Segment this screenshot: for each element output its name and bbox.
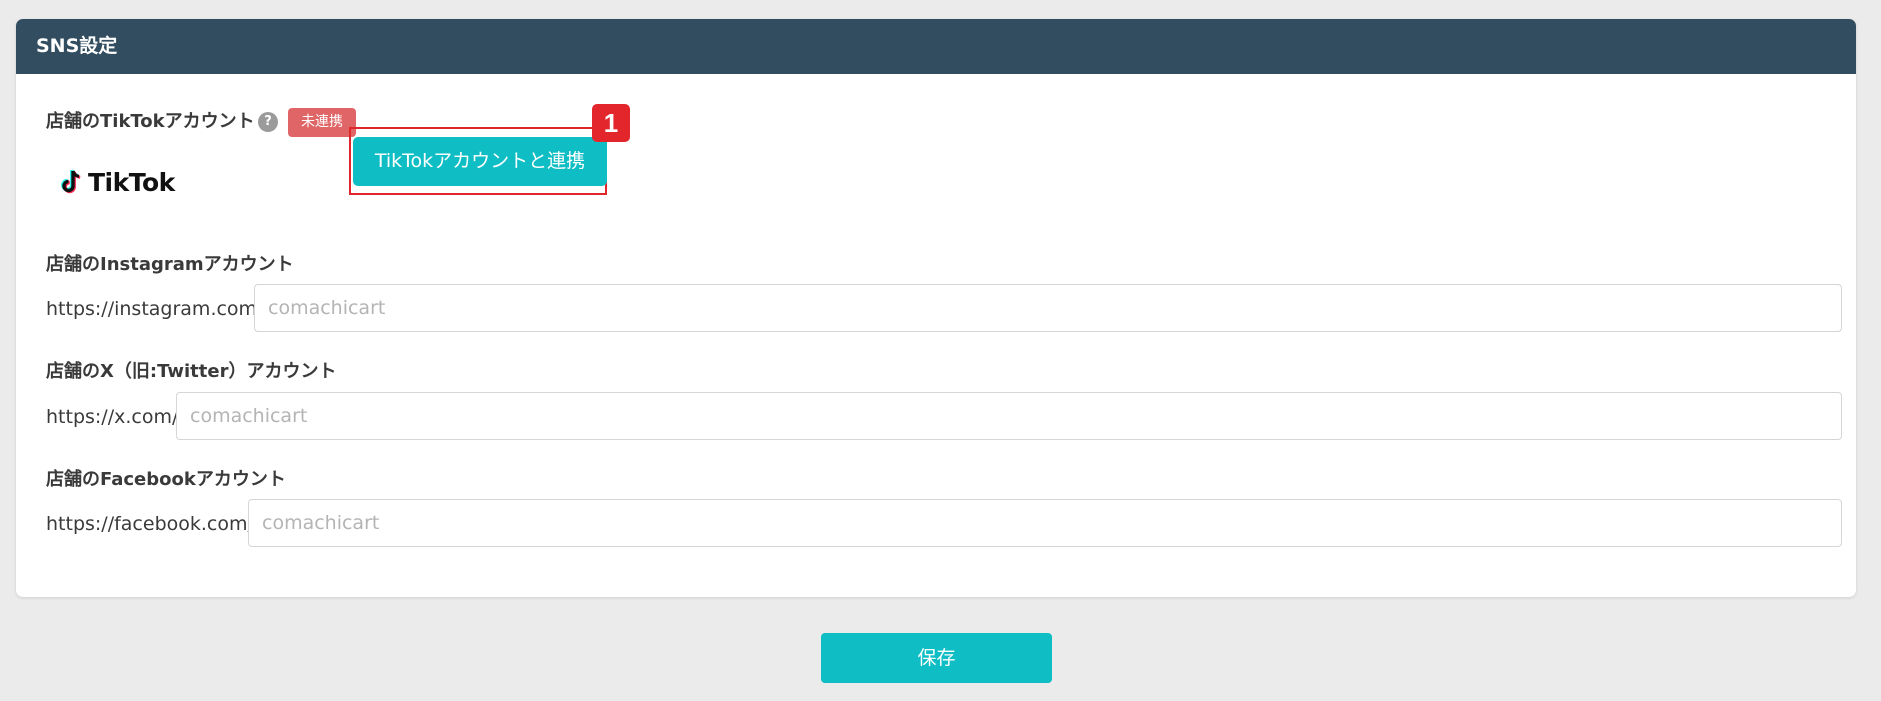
save-button[interactable]: 保存: [821, 633, 1052, 683]
tiktok-note-icon: [61, 169, 81, 194]
facebook-account-input[interactable]: [248, 499, 1842, 547]
instagram-account-input[interactable]: [254, 284, 1842, 332]
tiktok-account-label: 店舗のTikTokアカウント: [46, 111, 255, 132]
question-mark-icon[interactable]: ?: [258, 112, 278, 132]
instagram-account-label: 店舗のInstagramアカウント: [46, 254, 294, 275]
status-badge: 未連携: [288, 108, 356, 137]
facebook-account-label: 店舗のFacebookアカウント: [46, 469, 286, 490]
sns-settings-panel: SNS設定 店舗のTikTokアカウント ? 未連携 TikTok 店舗のIns…: [16, 19, 1856, 597]
x-url-prefix: https://x.com/: [46, 406, 179, 428]
tiktok-logo: TikTok: [60, 166, 175, 198]
x-account-label: 店舗のX（旧:Twitter）アカウント: [46, 361, 337, 382]
panel-title: SNS設定: [16, 19, 1856, 74]
facebook-url-prefix: https://facebook.com/: [46, 513, 254, 535]
tiktok-connect-button[interactable]: TikTokアカウントと連携: [353, 137, 607, 186]
instagram-url-prefix: https://instagram.com/: [46, 298, 264, 320]
x-account-input[interactable]: [176, 392, 1842, 440]
step-number-badge: 1: [592, 104, 630, 142]
tiktok-wordmark: TikTok: [88, 167, 175, 197]
